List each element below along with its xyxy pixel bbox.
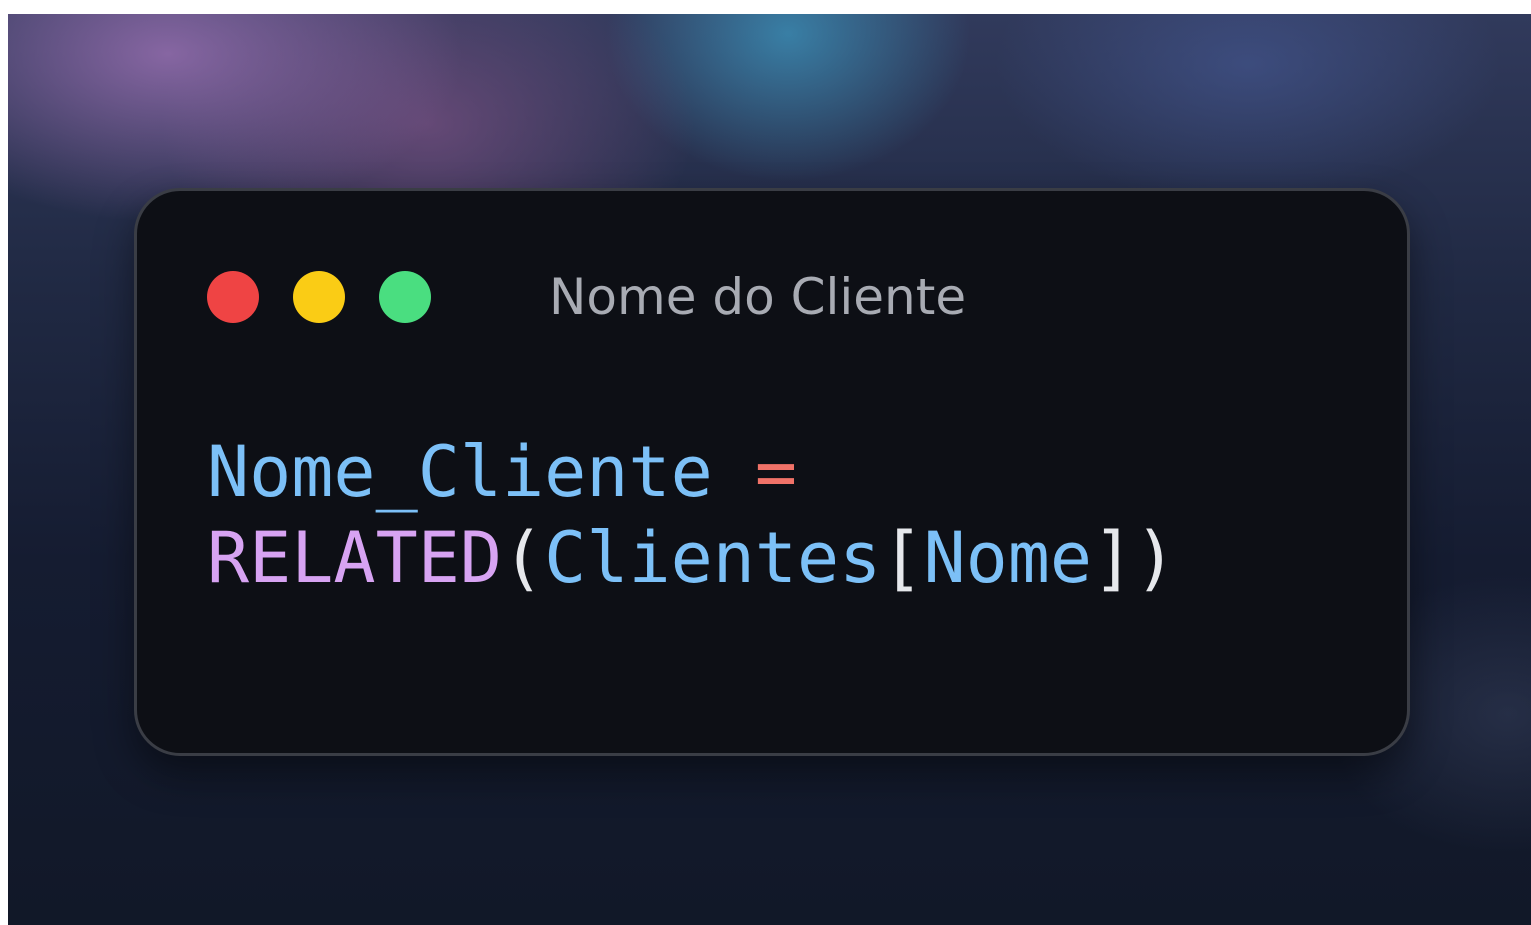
code-line-1: Nome_Cliente = xyxy=(207,429,1176,515)
open-paren: ( xyxy=(502,517,545,599)
window-controls xyxy=(207,271,431,323)
close-button-icon[interactable] xyxy=(207,271,259,323)
background: Nome do Cliente Nome_Cliente = RELATED(Cl… xyxy=(8,14,1531,925)
table-name: Clientes xyxy=(544,517,882,599)
open-bracket: [ xyxy=(881,517,924,599)
window-title: Nome do Cliente xyxy=(549,268,967,326)
code-line-2: RELATED(Clientes[Nome]) xyxy=(207,515,1176,601)
function-name: RELATED xyxy=(207,517,503,599)
maximize-button-icon[interactable] xyxy=(379,271,431,323)
close-paren: ) xyxy=(1134,517,1177,599)
assignment-operator: = xyxy=(754,431,798,513)
minimize-button-icon[interactable] xyxy=(293,271,345,323)
column-name: Nome xyxy=(923,517,1093,599)
code-block: Nome_Cliente = RELATED(Clientes[Nome]) xyxy=(207,429,1176,601)
measure-name: Nome_Cliente xyxy=(207,431,713,513)
code-window: Nome do Cliente Nome_Cliente = RELATED(Cl… xyxy=(134,188,1410,756)
close-bracket: ] xyxy=(1092,517,1135,599)
